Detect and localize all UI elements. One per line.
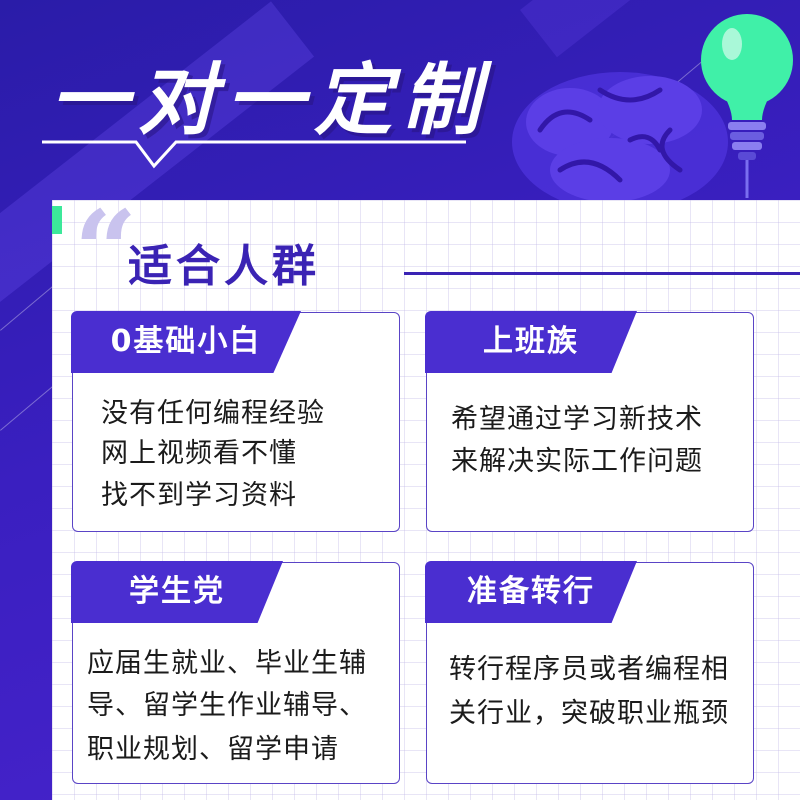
speech-bubble-icon [42, 140, 466, 169]
poster: 一对一定制 “ 适合人群 0基础小白 没有任何编程经验 网上视频看不懂 找不到学… [0, 0, 800, 800]
card-career-change: 准备转行 转行程序员或者编程相 关行业，突破职业瓶颈 [425, 561, 754, 784]
card-beginner: 0基础小白 没有任何编程经验 网上视频看不懂 找不到学习资料 [71, 311, 400, 532]
card-label: 0基础小白 [71, 311, 301, 373]
card-text-line: 没有任何编程经验 [101, 398, 325, 429]
card-text-line: 导、留学生作业辅导、 [87, 690, 367, 721]
card-text-line: 关行业，突破职业瓶颈 [449, 698, 729, 729]
card-text-line: 职业规划、留学申请 [87, 734, 339, 765]
card-text-line: 转行程序员或者编程相 [449, 654, 729, 685]
card-student: 学生党 应届生就业、毕业生辅 导、留学生作业辅导、 职业规划、留学申请 [71, 561, 400, 784]
card-label: 准备转行 [425, 561, 637, 623]
light-bulb-icon [701, 14, 793, 198]
accent-tab [52, 206, 62, 234]
card-text-line: 找不到学习资料 [101, 480, 297, 511]
card-text-line: 来解决实际工作问题 [451, 446, 703, 477]
card-label: 上班族 [425, 311, 637, 373]
card-text-line: 应届生就业、毕业生辅 [87, 648, 367, 679]
card-label: 学生党 [71, 561, 283, 623]
card-office-worker: 上班族 希望通过学习新技术 来解决实际工作问题 [425, 311, 754, 532]
card-text-line: 网上视频看不懂 [101, 438, 297, 469]
card-text-line: 希望通过学习新技术 [451, 404, 703, 435]
section-title: 适合人群 [128, 241, 320, 292]
section-divider [404, 272, 800, 275]
